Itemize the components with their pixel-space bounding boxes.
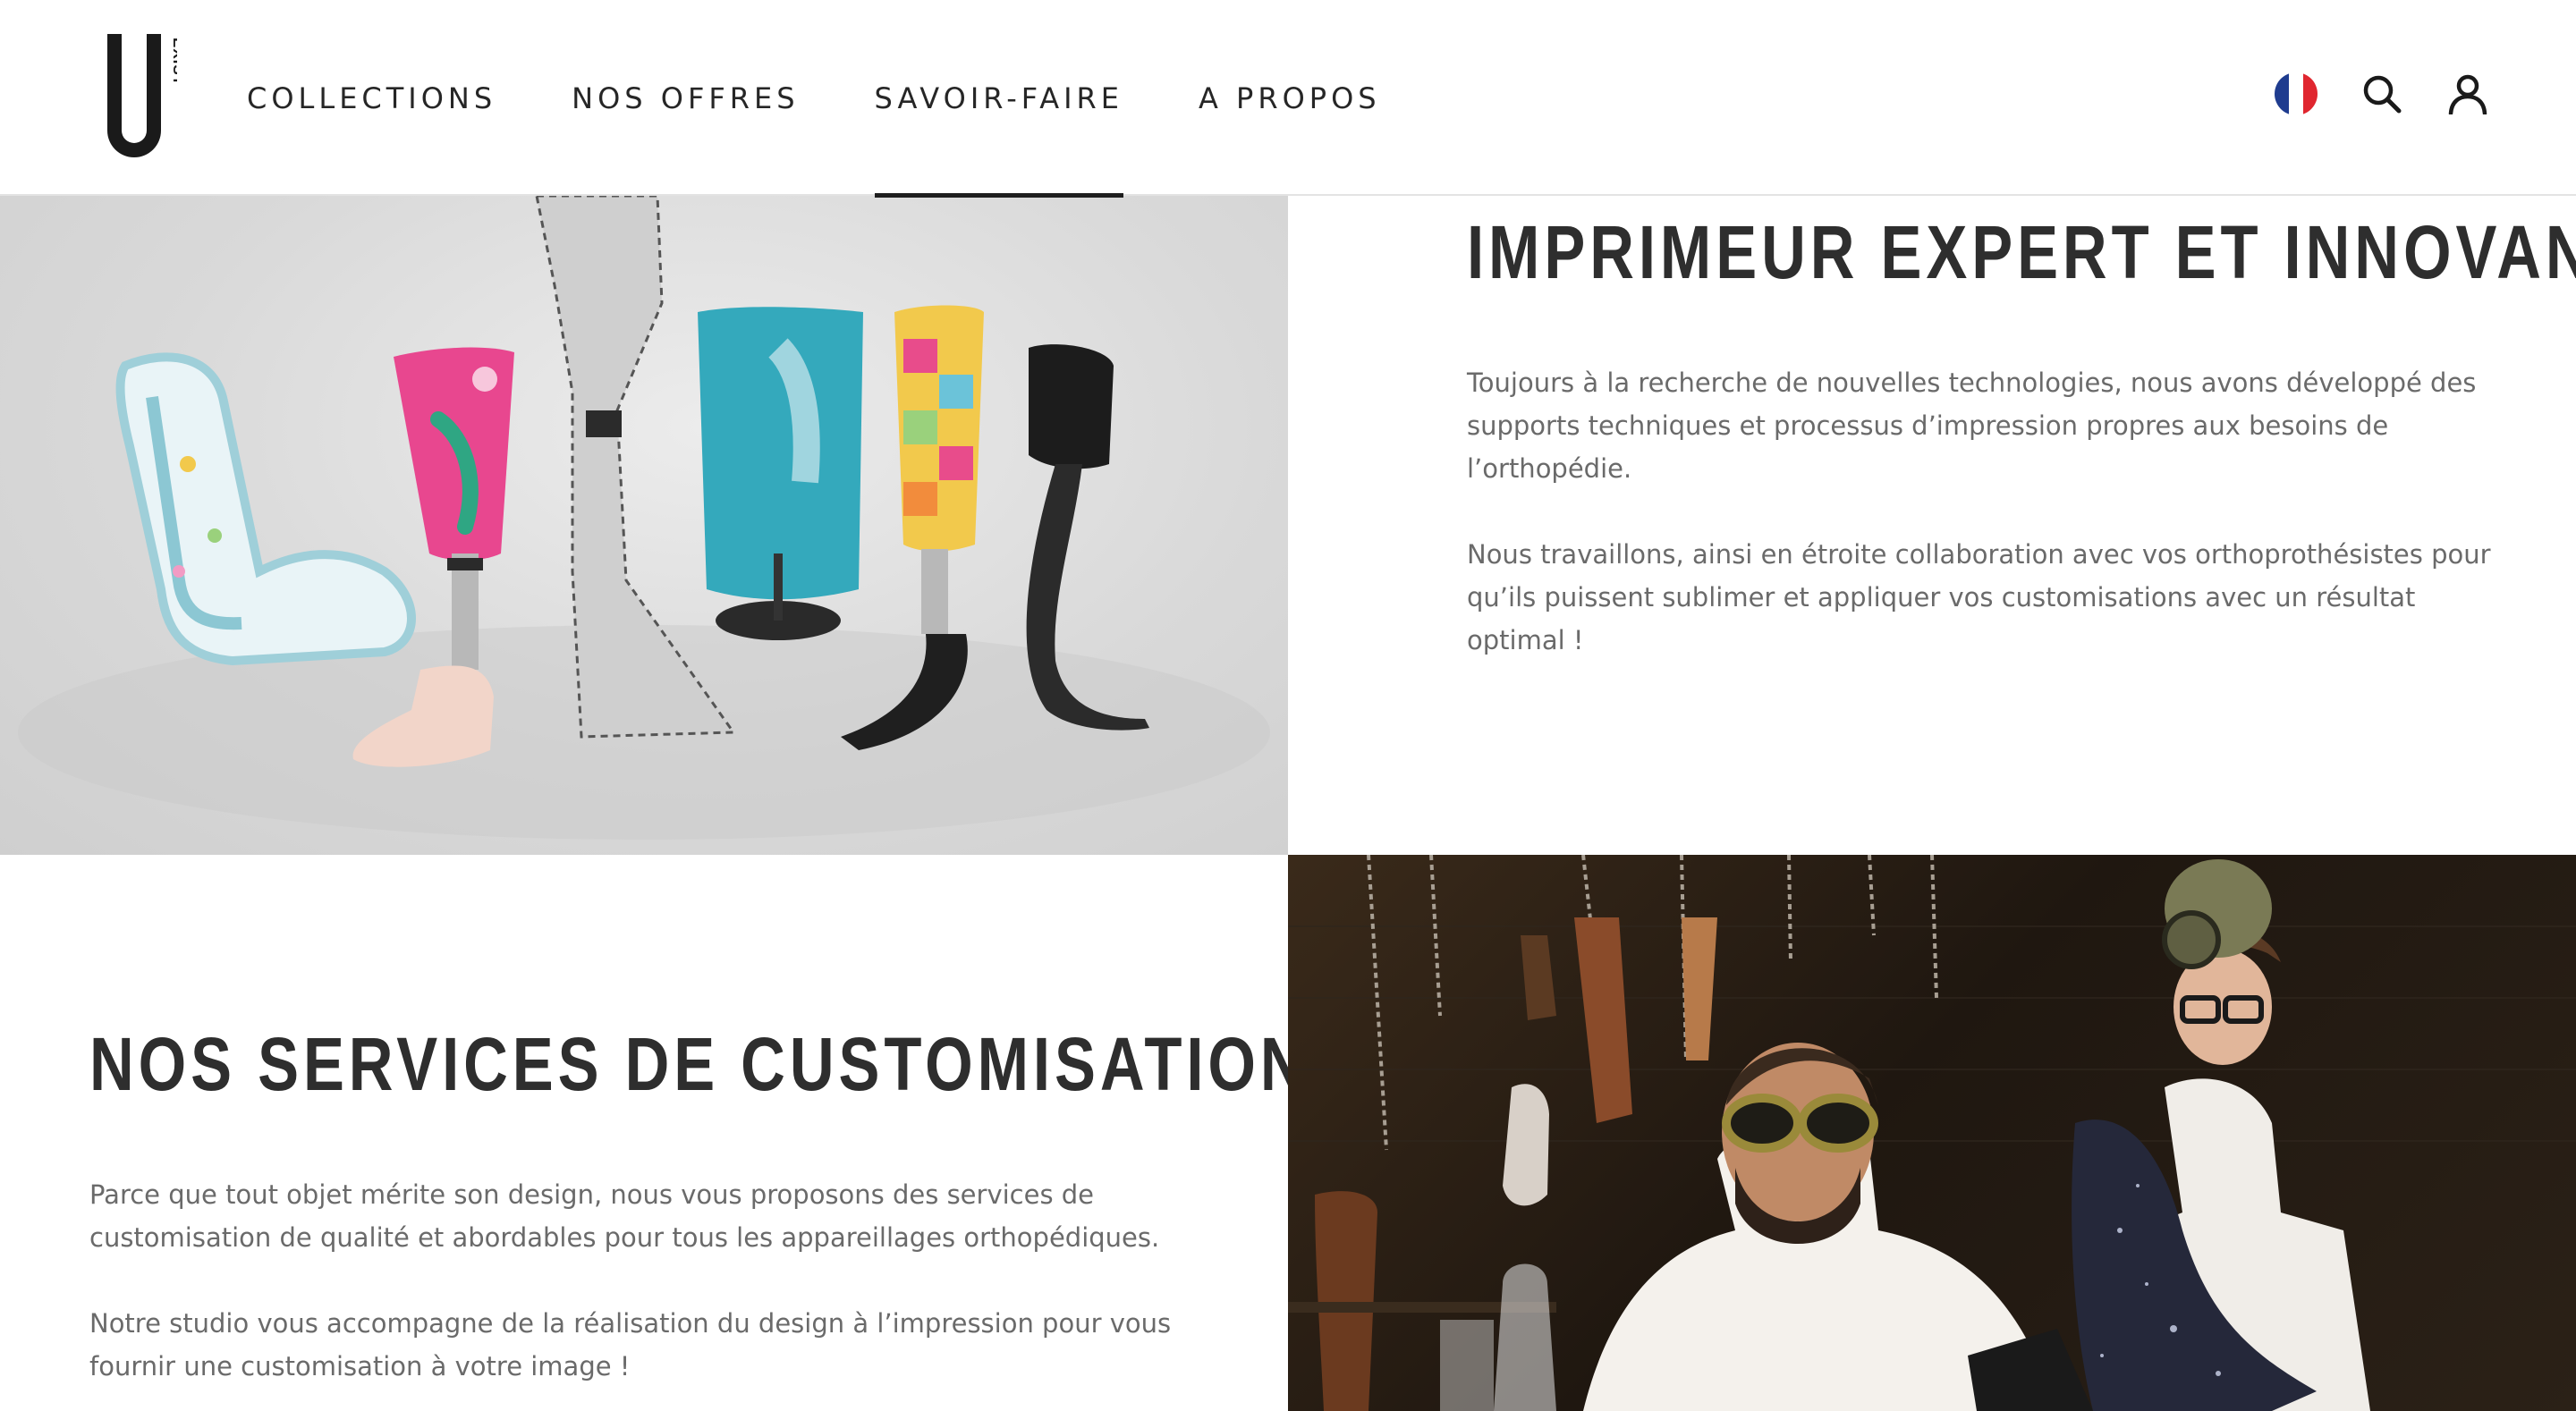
site-header: EXIST COLLECTIONS NOS OFFRES SAVOIR-FAIR…: [0, 0, 2576, 198]
printer-title: IMPRIMEUR EXPERT ET INNOVANT: [1467, 210, 2576, 294]
france-flag-icon[interactable]: [2274, 72, 2318, 116]
customisation-section: NOS SERVICES DE CUSTOMISATION Parce que …: [89, 1019, 1309, 1388]
printer-paragraph-2: Nous travaillons, ainsi en étroite colla…: [1467, 539, 2491, 655]
main-nav: COLLECTIONS NOS OFFRES SAVOIR-FAIRE A PR…: [247, 0, 1456, 198]
search-icon[interactable]: [2360, 72, 2404, 116]
prosthetics-photo: [0, 196, 1288, 855]
nav-a-propos[interactable]: A PROPOS: [1199, 0, 1381, 196]
customisation-paragraph-2: Notre studio vous accompagne de la réali…: [89, 1308, 1172, 1381]
logo-u-shape: [107, 34, 161, 157]
printer-section: IMPRIMEUR EXPERT ET INNOVANT Toujours à …: [1467, 207, 2576, 662]
customisation-paragraph-1: Parce que tout objet mérite son design, …: [89, 1179, 1160, 1253]
customisation-title: NOS SERVICES DE CUSTOMISATION: [89, 1022, 1309, 1106]
nav-nos-offres[interactable]: NOS OFFRES: [572, 0, 799, 196]
logo-side-text: EXIST: [170, 38, 177, 86]
printer-paragraph-1: Toujours à la recherche de nouvelles tec…: [1467, 368, 2477, 484]
header-actions: [2274, 72, 2490, 116]
nav-savoir-faire[interactable]: SAVOIR-FAIRE: [874, 0, 1124, 198]
user-icon[interactable]: [2445, 72, 2490, 116]
workshop-photo: [1288, 855, 2576, 1411]
uexist-logo[interactable]: EXIST: [106, 34, 177, 161]
nav-collections[interactable]: COLLECTIONS: [247, 0, 496, 196]
